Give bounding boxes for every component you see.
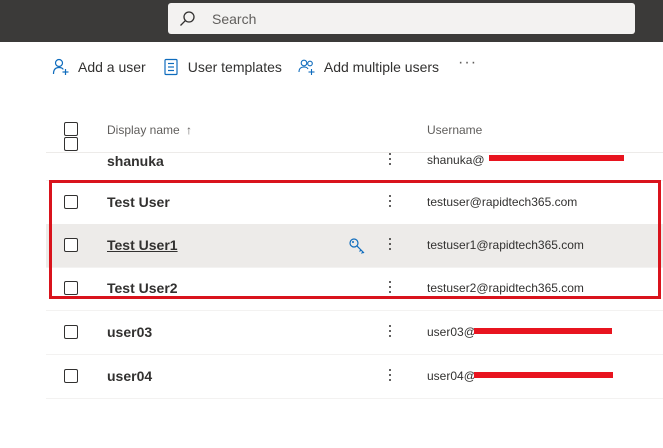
row-checkbox[interactable] [64, 137, 78, 151]
display-name-header-label: Display name [107, 123, 180, 137]
row-more-icon[interactable] [384, 150, 396, 170]
column-header-username[interactable]: Username [427, 123, 482, 137]
user-email: user03@ [427, 325, 476, 339]
add-multiple-users-button[interactable]: Add multiple users [298, 58, 439, 76]
add-user-button[interactable]: Add a user [52, 58, 146, 76]
add-person-icon [52, 58, 69, 75]
row-checkbox[interactable] [64, 369, 78, 383]
search-box[interactable]: Search [168, 3, 635, 34]
add-multiple-users-label: Add multiple users [323, 59, 440, 75]
table-row[interactable]: shanuka shanuka@ [46, 137, 663, 181]
user-templates-label: User templates [187, 59, 282, 75]
sort-ascending-icon: ↑ [186, 123, 193, 137]
user-email: user04@ [427, 369, 476, 383]
add-people-icon [298, 59, 315, 75]
search-icon [180, 10, 195, 26]
user-display-name[interactable]: user03 [107, 324, 152, 340]
redaction-mark [474, 328, 612, 334]
top-bar: Search [0, 0, 663, 42]
document-list-icon [164, 58, 178, 76]
add-user-label: Add a user [78, 59, 146, 75]
user-email: shanuka@ [427, 153, 485, 167]
table-row[interactable]: user03 user03@ [46, 311, 663, 355]
user-display-name[interactable]: user04 [107, 368, 152, 384]
column-header-display-name[interactable]: Display name ↑ [107, 123, 192, 137]
command-bar: Add a user User templates Add multiple u… [52, 55, 477, 78]
table-row[interactable]: user04 user04@ [46, 355, 663, 399]
highlight-box [49, 180, 661, 299]
user-templates-button[interactable]: User templates [162, 58, 282, 76]
row-more-icon[interactable] [384, 322, 396, 342]
row-more-icon[interactable] [384, 366, 396, 386]
redaction-mark [474, 372, 613, 378]
redaction-mark [489, 155, 624, 161]
search-placeholder: Search [212, 10, 257, 27]
more-options-icon[interactable]: ··· [458, 55, 477, 71]
user-display-name[interactable]: shanuka [107, 153, 164, 169]
row-checkbox[interactable] [64, 325, 78, 339]
select-all-checkbox[interactable] [64, 122, 78, 136]
